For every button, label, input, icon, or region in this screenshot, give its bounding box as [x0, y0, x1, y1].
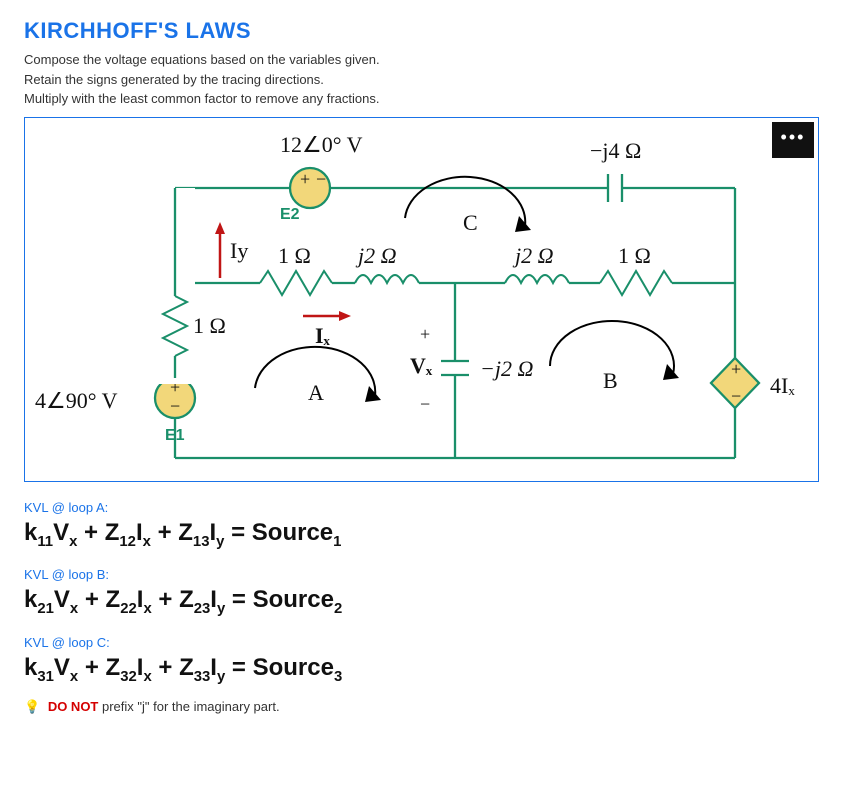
svg-text:+: +: [731, 359, 741, 379]
equation-c: k31Vx + Z32Ix + Z33Iy = Source3: [24, 654, 823, 685]
l-j2-left: j2 Ω: [355, 243, 397, 268]
loop-a-label: A: [308, 380, 324, 405]
e2-value: 12∠0° V: [280, 132, 363, 157]
kvl-c-label: KVL @ loop C:: [24, 635, 823, 650]
e1-label: E1: [165, 427, 185, 444]
loop-c-label: C: [463, 210, 478, 235]
r-1ohm-mid: 1 Ω: [278, 243, 311, 268]
note-rest: prefix "j" for the imaginary part.: [98, 699, 279, 714]
footnote: 💡 DO NOT prefix "j" for the imaginary pa…: [24, 699, 823, 715]
capacitor-value: −j4 Ω: [590, 138, 641, 163]
dependent-source-value: 4Iₓ: [770, 373, 795, 398]
instruction-line: Compose the voltage equations based on t…: [24, 50, 823, 70]
svg-text:1 Ω: 1 Ω: [193, 313, 226, 338]
equation-a: k11Vx + Z12Ix + Z13Iy = Source1: [24, 519, 823, 550]
vx-plus: +: [420, 324, 430, 344]
vx-label: Vₓ: [410, 353, 433, 378]
ix-label: Iₓ: [315, 323, 331, 348]
l-j2-right: j2 Ω: [512, 243, 554, 268]
loop-b-label: B: [603, 368, 618, 393]
instruction-line: Multiply with the least common factor to…: [24, 89, 823, 109]
equation-b: k21Vx + Z22Ix + Z23Iy = Source2: [24, 586, 823, 617]
more-options-button[interactable]: •••: [772, 122, 814, 158]
svg-text:−: −: [731, 386, 741, 406]
iy-label: Iy: [230, 238, 248, 263]
instructions: Compose the voltage equations based on t…: [24, 50, 823, 109]
bulb-icon: 💡: [24, 699, 40, 714]
svg-text:−: −: [170, 396, 180, 416]
svg-text:−: −: [316, 169, 326, 189]
r-1ohm-right: 1 Ω: [618, 243, 651, 268]
page-title: KIRCHHOFF'S LAWS: [24, 18, 823, 44]
cap-j2-value: −j2 Ω: [480, 356, 533, 381]
circuit-svg: + − E2 12∠0° V −j4 Ω + − 4Iₓ + − E1 4∠90…: [25, 118, 818, 481]
do-not-text: DO NOT: [48, 699, 99, 714]
e2-label: E2: [280, 206, 300, 223]
instruction-line: Retain the signs generated by the tracin…: [24, 70, 823, 90]
circuit-diagram: ••• + − E2 12∠0° V −j4 Ω + − 4Iₓ + − E1 …: [24, 117, 819, 482]
kvl-b-label: KVL @ loop B:: [24, 567, 823, 582]
svg-text:+: +: [300, 169, 310, 189]
e1-value: 4∠90° V: [35, 388, 118, 413]
kvl-a-label: KVL @ loop A:: [24, 500, 823, 515]
vx-minus: −: [420, 394, 430, 414]
